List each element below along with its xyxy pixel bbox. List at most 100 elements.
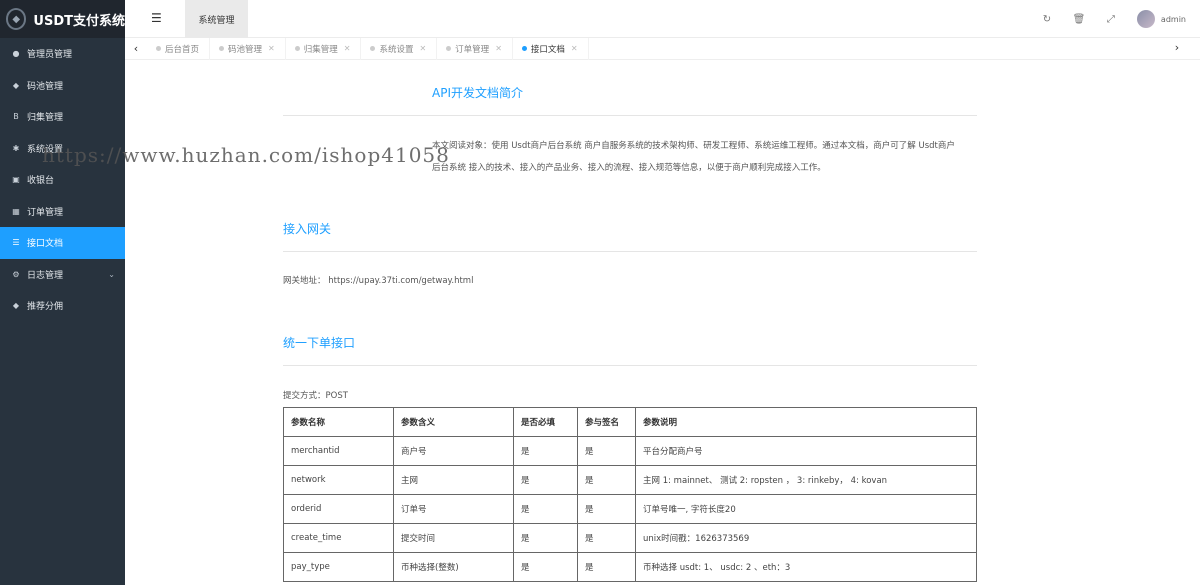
tab-orders[interactable]: 订单管理 ✕ (437, 37, 513, 60)
column-header: 参数说明 (635, 407, 977, 437)
table-cell: 是 (513, 494, 578, 524)
divider (283, 365, 977, 366)
diamond-icon: ◆ (12, 301, 20, 311)
column-header: 参数含义 (393, 407, 514, 437)
table-cell: 提交时间 (393, 523, 514, 553)
sidebar-item-label: 订单管理 (27, 207, 64, 218)
table-row: network 主网 是 是 主网 1: mainnet、 测试 2: rops… (283, 465, 977, 495)
table-cell: 是 (577, 523, 636, 553)
logo-text: USDT支付系统 (33, 13, 125, 29)
tab-dot (294, 46, 300, 51)
refresh-icon[interactable]: ↻ (1031, 14, 1063, 25)
table-row: pay_type 币种选择(整数) 是 是 币种选择 usdt: 1、 usdc… (283, 552, 977, 582)
table-cell: 主网 1: mainnet、 测试 2: ropsten ， 3: rinkeb… (635, 465, 977, 495)
calculator-icon: ▦ (12, 206, 20, 216)
sidebar-item-label: 管理员管理 (27, 50, 73, 61)
sidebar-item-label: 归集管理 (27, 113, 64, 124)
tab-label: 后台首页 (165, 44, 200, 55)
tab-dot (446, 46, 452, 51)
table-cell: 主网 (393, 465, 514, 495)
close-icon[interactable]: ✕ (268, 44, 275, 53)
list-icon: ☰ (12, 238, 20, 248)
table-cell: 订单号 (393, 494, 514, 524)
table-cell: 是 (577, 436, 636, 466)
tab-label: 订单管理 (455, 44, 490, 55)
page-tabs: ‹ 后台首页 码池管理 ✕ 归集管理 ✕ 系统设置 ✕ 订单管理 ✕ 接口文档 … (125, 37, 1200, 60)
trash-icon[interactable]: 🗑 (1063, 14, 1095, 25)
tab-collection[interactable]: 归集管理 ✕ (286, 37, 362, 60)
table-cell: 是 (513, 552, 578, 582)
divider (283, 251, 977, 252)
tab-label: 系统设置 (379, 44, 414, 55)
intro-line-2: 后台系统 接入的技术、接入的产品业务、接入的流程、接入规范等信息，以便于商户顺利… (432, 163, 826, 173)
log-icon: ⚙ (12, 269, 20, 279)
table-cell: 是 (577, 465, 636, 495)
table-cell: 是 (577, 494, 636, 524)
gateway-address: 网关地址： https://upay.37ti.com/getway.html (283, 269, 473, 293)
submit-method: 提交方式：POST (283, 391, 348, 401)
order-api-title: 统一下单接口 (283, 336, 356, 350)
fullscreen-icon[interactable]: ⤢ (1095, 14, 1127, 25)
sidebar-item-label: 接口文档 (27, 239, 64, 250)
column-header: 参与签名 (577, 407, 636, 437)
close-icon[interactable]: ✕ (495, 44, 502, 53)
params-table: 参数名称 参数含义 是否必填 参与签名 参数说明 merchantid 商户号 … (283, 407, 977, 582)
table-row: create_time 提交时间 是 是 unix时间戳：1626373569 (283, 523, 977, 553)
tab-dot (219, 46, 225, 51)
tab-dot (156, 46, 161, 51)
table-cell: 币种选择(整数) (393, 552, 514, 582)
sidebar-item-label: 推荐分佣 (27, 302, 64, 313)
table-cell: 平台分配商户号 (635, 436, 977, 466)
chevron-left-icon[interactable]: ‹ (125, 42, 147, 55)
tab-settings[interactable]: 系统设置 ✕ (361, 37, 438, 60)
table-row: merchantid 商户号 是 是 平台分配商户号 (283, 436, 977, 466)
close-icon[interactable]: ✕ (571, 44, 578, 53)
sidebar-item-admin[interactable]: ● 管理员管理 (0, 38, 125, 70)
logo[interactable]: ◆ USDT支付系统 (0, 0, 125, 38)
table-row: orderid 订单号 是 是 订单号唯一, 字符长度20 (283, 494, 977, 524)
table-cell: 订单号唯一, 字符长度20 (635, 494, 977, 524)
tab-home[interactable]: 后台首页 (147, 37, 211, 60)
table-cell: 是 (513, 465, 578, 495)
sidebar-item-logs[interactable]: ⚙ 日志管理 ⌄ (0, 259, 125, 291)
intro-title: API开发文档简介 (432, 86, 523, 100)
intro-line-1: 本文阅读对象：使用 Usdt商户后台系统 商户自服务系统的技术架构师、研发工程师… (432, 141, 955, 151)
divider (283, 115, 977, 116)
username[interactable]: admin (1161, 15, 1186, 24)
sidebar-item-label: 日志管理 (27, 270, 64, 281)
chevron-right-icon[interactable]: › (1166, 41, 1188, 54)
table-cell: orderid (283, 494, 394, 524)
close-icon[interactable]: ✕ (419, 44, 426, 53)
tab-api-docs[interactable]: 接口文档 ✕ (513, 37, 589, 60)
tab-code-pool[interactable]: 码池管理 ✕ (210, 37, 286, 60)
logo-icon: ◆ (6, 8, 27, 30)
tab-label: 归集管理 (303, 44, 338, 55)
sidebar: ◆ USDT支付系统 ● 管理员管理 ◆ 码池管理 B 归集管理 ✱ 系统设置 … (0, 0, 125, 585)
watermark: https://www.huzhan.com/ishop41058 (42, 143, 450, 167)
sidebar-item-code-pool[interactable]: ◆ 码池管理 (0, 70, 125, 102)
bitcoin-icon: B (13, 112, 19, 122)
sidebar-item-api-docs[interactable]: ☰ 接口文档 (0, 227, 125, 259)
table-cell: network (283, 465, 394, 495)
diamond-icon: ◆ (12, 80, 20, 90)
table-cell: create_time (283, 523, 394, 553)
gateway-url[interactable]: https://upay.37ti.com/getway.html (328, 276, 473, 286)
table-cell: 是 (577, 552, 636, 582)
table-cell: 币种选择 usdt: 1、 usdc: 2 、eth：3 (635, 552, 977, 582)
tab-dot (521, 46, 527, 51)
sidebar-item-cashier[interactable]: ▣ 收银台 (0, 164, 125, 196)
column-header: 参数名称 (283, 407, 394, 437)
header-tab-system[interactable]: 系统管理 (185, 0, 248, 38)
table-cell: unix时间戳：1626373569 (635, 523, 977, 553)
cashier-icon: ▣ (12, 175, 20, 185)
tab-dot (370, 46, 376, 51)
table-cell: 是 (513, 523, 578, 553)
sidebar-item-orders[interactable]: ▦ 订单管理 (0, 196, 125, 228)
close-icon[interactable]: ✕ (344, 44, 351, 53)
table-cell: merchantid (283, 436, 394, 466)
column-header: 是否必填 (513, 407, 578, 437)
menu-toggle-icon[interactable]: ☰ (151, 11, 162, 25)
sidebar-item-collection[interactable]: B 归集管理 (0, 101, 125, 133)
avatar[interactable] (1136, 10, 1155, 28)
sidebar-item-referral[interactable]: ◆ 推荐分佣 (0, 290, 125, 322)
